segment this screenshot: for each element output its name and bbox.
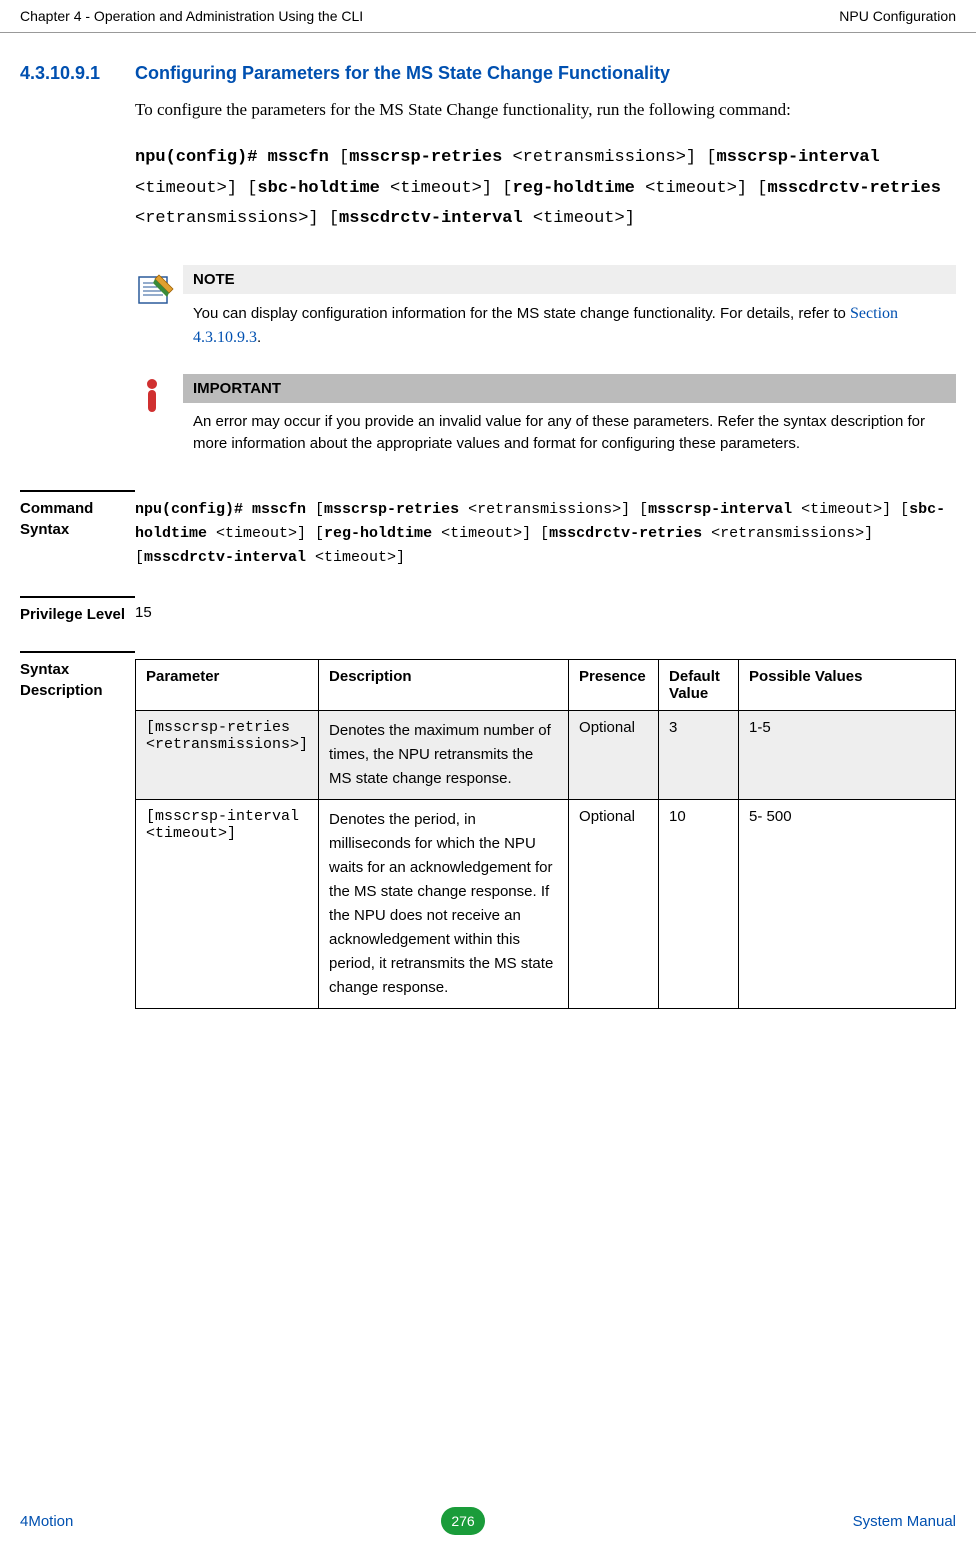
field-separator xyxy=(20,490,135,492)
cmd-part: msscdrctv-interval xyxy=(339,209,523,228)
note-text-prefix: You can display configuration informatio… xyxy=(193,305,850,322)
important-content: IMPORTANT An error may occur if you prov… xyxy=(183,374,956,460)
syntax-description-row: Syntax Description Parameter Description… xyxy=(20,651,956,1009)
important-label: IMPORTANT xyxy=(183,374,956,403)
command-block: npu(config)# msscfn [msscrsp-retries <re… xyxy=(135,143,956,235)
command-syntax-row: Command Syntax npu(config)# msscfn [mssc… xyxy=(20,490,956,570)
field-separator xyxy=(20,596,135,598)
privilege-level-label: Privilege Level xyxy=(20,604,135,625)
header-left: Chapter 4 - Operation and Administration… xyxy=(20,8,363,24)
td-presence: Optional xyxy=(569,710,659,799)
note-icon xyxy=(135,265,183,354)
cmd-part: msscdrctv-retries xyxy=(768,179,941,198)
cs-part: <timeout>] [ xyxy=(207,525,324,542)
note-body: You can display configuration informatio… xyxy=(183,294,956,354)
td-desc: Denotes the period, in milliseconds for … xyxy=(319,799,569,1008)
cmd-part: reg-holdtime xyxy=(512,179,634,198)
th-description: Description xyxy=(319,659,569,710)
header-right: NPU Configuration xyxy=(839,8,956,24)
note-text-suffix: . xyxy=(257,329,261,346)
cmd-part: sbc-holdtime xyxy=(257,179,379,198)
cs-part: msscdrctv-retries xyxy=(549,525,702,542)
cmd-part: <timeout>] [ xyxy=(635,179,768,198)
cs-part: msscdrctv-interval xyxy=(144,549,306,566)
command-syntax-label: Command Syntax xyxy=(20,498,135,570)
footer-right: System Manual xyxy=(853,1513,956,1530)
cs-part: <timeout>] [ xyxy=(432,525,549,542)
section-intro: To configure the parameters for the MS S… xyxy=(135,96,956,123)
td-presence: Optional xyxy=(569,799,659,1008)
td-param: [msscrsp-interval <timeout>] xyxy=(136,799,319,1008)
td-desc: Denotes the maximum number of times, the… xyxy=(319,710,569,799)
page-number-badge: 276 xyxy=(441,1507,485,1535)
cmd-part: <timeout>] [ xyxy=(135,179,257,198)
th-presence: Presence xyxy=(569,659,659,710)
table-row: [msscrsp-interval <timeout>] Denotes the… xyxy=(136,799,956,1008)
note-block: NOTE You can display configuration infor… xyxy=(135,265,956,354)
cs-part: <timeout>] xyxy=(306,549,405,566)
cs-part: reg-holdtime xyxy=(324,525,432,542)
section-heading: 4.3.10.9.1 Configuring Parameters for th… xyxy=(20,63,956,84)
td-default: 3 xyxy=(659,710,739,799)
td-param: [msscrsp-retries <retransmissions>] xyxy=(136,710,319,799)
privilege-level-row: Privilege Level 15 xyxy=(20,596,956,625)
note-content: NOTE You can display configuration infor… xyxy=(183,265,956,354)
syntax-table: Parameter Description Presence Default V… xyxy=(135,659,956,1009)
important-body: An error may occur if you provide an inv… xyxy=(183,403,956,460)
td-possible: 5- 500 xyxy=(739,799,956,1008)
section-number: 4.3.10.9.1 xyxy=(20,63,115,84)
page-footer: 4Motion 276 System Manual xyxy=(0,1507,976,1535)
important-block: IMPORTANT An error may occur if you prov… xyxy=(135,374,956,460)
td-possible: 1-5 xyxy=(739,710,956,799)
cmd-part: <retransmissions>] [ xyxy=(135,209,339,228)
th-default: Default Value xyxy=(659,659,739,710)
important-icon xyxy=(135,374,183,460)
page-header: Chapter 4 - Operation and Administration… xyxy=(0,0,976,33)
table-row: [msscrsp-retries <retransmissions>] Deno… xyxy=(136,710,956,799)
page-content: 4.3.10.9.1 Configuring Parameters for th… xyxy=(0,33,976,1009)
footer-left: 4Motion xyxy=(20,1513,73,1530)
section-title: Configuring Parameters for the MS State … xyxy=(135,63,670,84)
cmd-part: <retransmissions>] [ xyxy=(502,148,716,167)
th-parameter: Parameter xyxy=(136,659,319,710)
command-syntax-value: npu(config)# msscfn [msscrsp-retries <re… xyxy=(135,498,956,570)
cmd-part: npu(config)# msscfn xyxy=(135,148,329,167)
cs-part: msscrsp-interval xyxy=(648,501,792,518)
cs-part: npu(config)# msscfn xyxy=(135,501,306,518)
cs-part: [ xyxy=(306,501,324,518)
cmd-part: <timeout>] xyxy=(523,209,635,228)
th-possible: Possible Values xyxy=(739,659,956,710)
cmd-part: [ xyxy=(329,148,349,167)
cs-part: <retransmissions>] [ xyxy=(459,501,648,518)
syntax-description-label: Syntax Description xyxy=(20,659,135,1009)
cmd-part: msscrsp-interval xyxy=(717,148,880,167)
td-default: 10 xyxy=(659,799,739,1008)
privilege-level-value: 15 xyxy=(135,604,956,625)
cs-part: msscrsp-retries xyxy=(324,501,459,518)
note-label: NOTE xyxy=(183,265,956,294)
table-header-row: Parameter Description Presence Default V… xyxy=(136,659,956,710)
field-separator xyxy=(20,651,135,653)
cs-part: <timeout>] [ xyxy=(792,501,909,518)
cmd-part: msscrsp-retries xyxy=(349,148,502,167)
cmd-part: <timeout>] [ xyxy=(380,179,513,198)
